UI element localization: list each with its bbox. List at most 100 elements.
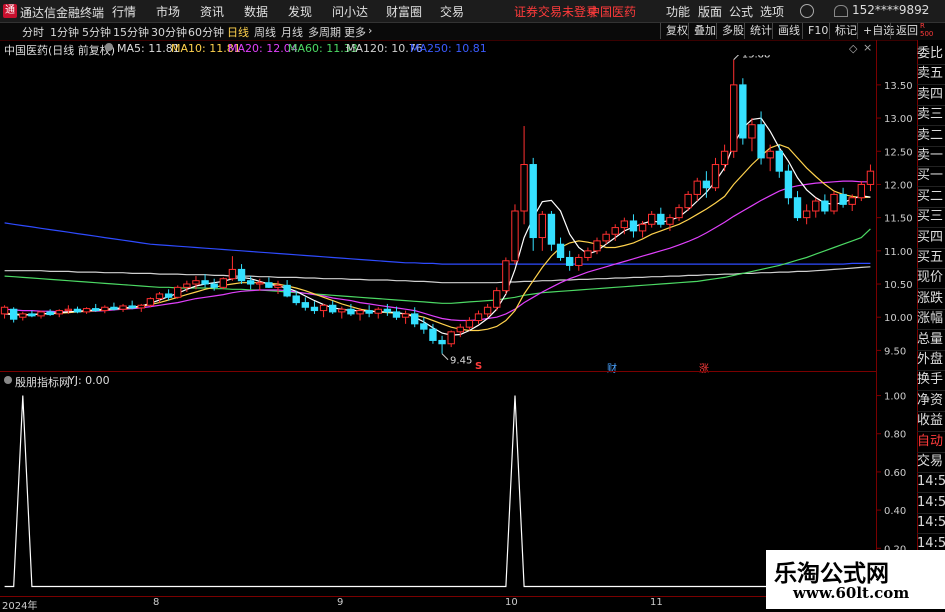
ma-line-ma60 [4,228,871,304]
candle-body [0,306,9,315]
candle-body [529,164,537,239]
candle-body [192,280,200,285]
candle-body [483,306,492,315]
menu-faxian[interactable]: 发现 [288,3,312,20]
menu-wenxiaoda[interactable]: 问小达 [332,3,368,20]
menu-jiaoyi[interactable]: 交易 [440,3,464,20]
menu-gongneng[interactable]: 功能 [666,3,690,20]
diamond-icon[interactable]: ◇ [849,42,857,55]
quote-field: 买一 [917,166,945,188]
close-icon[interactable]: × [863,41,872,54]
candle-body [766,150,774,159]
quote-field: 14:56 [917,493,945,514]
quote-field: 涨幅 [917,309,945,331]
y-tick-label: 11.00 [884,247,913,258]
candle-body [411,313,419,325]
trade-login-status[interactable]: 证券交易未登录 [514,3,598,20]
quote-field: 14:56 [917,472,945,494]
quote-field: 卖四 [917,85,945,106]
candle-body [857,183,866,199]
period-15min[interactable]: 15分钟 [113,24,149,40]
title-bar: 通 通达信金融终端 行情 市场 资讯 数据 发现 问小达 财富圈 交易 证券交易… [0,0,945,23]
x-label-9: 9 [337,597,344,608]
candle-body [520,164,528,212]
y-tick-label: 12.00 [884,180,913,191]
quote-field: 卖五 [917,64,945,86]
user-icon[interactable] [834,5,848,17]
period-30min[interactable]: 30分钟 [151,24,187,40]
period-60min[interactable]: 60分钟 [188,24,224,40]
period-fenshi[interactable]: 分时 [22,24,44,40]
menu-caifuquan[interactable]: 财富圈 [386,3,422,20]
candle-body [420,323,428,330]
indicator-settings-icon[interactable] [4,376,12,384]
candle-body [319,304,328,312]
y-tick-label: 9.50 [884,346,906,357]
menu-hangqing[interactable]: 行情 [112,3,136,20]
candle-body [839,193,847,205]
draw-line-button[interactable]: 画线 [772,23,805,39]
candle-body [347,308,355,315]
candle-body [210,283,218,288]
candle-body [556,243,565,258]
indicator-chart[interactable] [0,386,876,596]
candle-body [538,213,547,239]
candle-body [666,217,674,225]
candle-body [438,339,446,345]
candle-body [429,328,437,341]
period-daily[interactable]: 日线 [227,24,249,40]
back-button[interactable]: 返回 [890,23,923,39]
candle-body [757,124,765,159]
annotation-leader [441,353,449,361]
quote-field: 换手 [917,370,945,392]
candle-body [629,220,638,232]
menu-gongshi[interactable]: 公式 [729,3,753,20]
candle-body [720,150,729,166]
finance-marker[interactable]: 财 [607,360,617,375]
candle-body [784,170,793,199]
limit-up-marker[interactable]: 涨 [699,360,709,375]
candle-body [812,200,820,212]
candle-body [392,311,401,318]
quote-field: 净资 [917,391,945,412]
y-tick-label: 11.50 [884,214,913,225]
candle-body [693,180,701,195]
candle-body [447,331,455,345]
candle-body [684,193,692,209]
indicator-y-tick: 0.80 [884,430,906,441]
candle-body [55,310,63,315]
period-monthly[interactable]: 月线 [281,24,303,40]
ma250-label: MA250: 10.81 [410,42,487,55]
period-1min[interactable]: 1分钟 [50,24,79,40]
pane-divider [0,371,876,372]
period-more[interactable]: 更多 [344,24,366,40]
account-id[interactable]: 152****9892 [852,3,929,17]
candle-body [401,313,410,318]
settings-dot-icon[interactable] [105,43,113,51]
quote-field: 14:56 [917,513,945,535]
menu-zixun[interactable]: 资讯 [200,3,224,20]
chevron-right-icon[interactable]: › [368,24,372,37]
period-multi[interactable]: 多周期 [308,24,341,40]
period-weekly[interactable]: 周线 [254,24,276,40]
quote-field: 卖一 [917,146,945,167]
candle-body [383,308,392,313]
candle-body [602,233,610,242]
ma-line-ma120 [4,266,871,284]
period-5min[interactable]: 5分钟 [82,24,111,40]
price-annotation-low: 9.45 [450,356,472,367]
search-icon[interactable] [800,4,814,18]
menu-shuju[interactable]: 数据 [244,3,268,20]
candle-body [119,305,127,310]
candle-body [274,284,282,288]
candle-body [739,84,747,139]
ma-line-ma20 [4,180,871,322]
menu-xuanxiang[interactable]: 选项 [760,3,784,20]
menu-shichang[interactable]: 市场 [156,3,180,20]
kline-chart[interactable]: 13.88 9.45 [0,55,880,367]
candles [0,59,875,354]
quote-field: 买二 [917,187,945,208]
window-min-icon[interactable]: – [921,2,928,17]
menu-banmian[interactable]: 版面 [698,3,722,20]
candle-body [620,220,629,229]
